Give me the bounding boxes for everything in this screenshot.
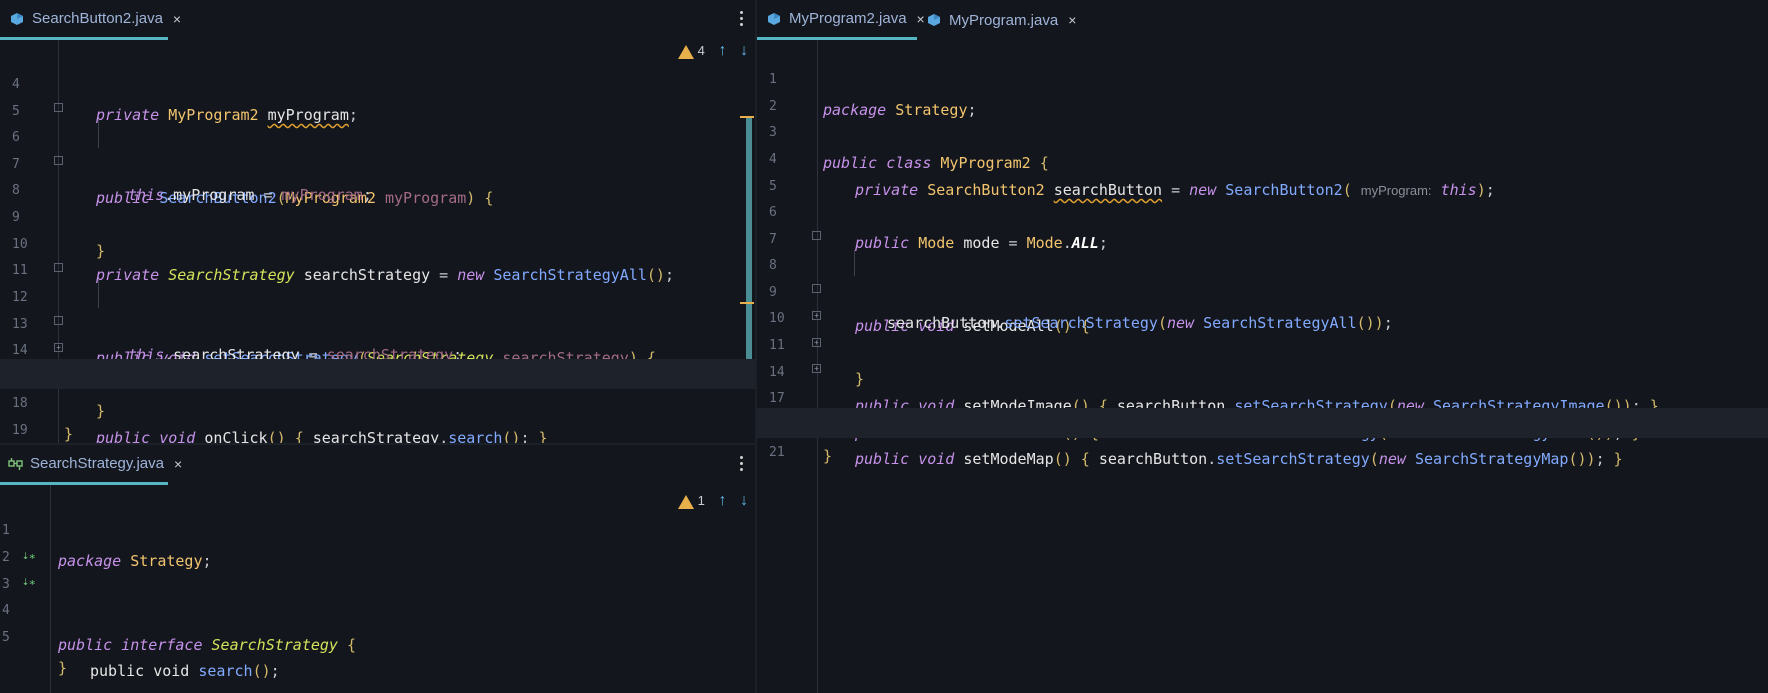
fold-icon[interactable] [54,103,63,112]
code-line[interactable]: 4 ⇣⁎ public void search(); [0,566,756,680]
editor-pane-searchstrategy: SearchStrategy.java × 1 ↑ ↓ 1 package St… [0,445,756,693]
code-line[interactable]: 1 package Strategy; [757,35,1768,119]
java-class-icon [927,13,941,27]
expand-icon[interactable]: + [812,338,821,347]
line-number: 19 [12,423,28,438]
code-line[interactable]: 17 + public void setModeMap() { searchBu… [757,354,1768,468]
tab-searchstrategy[interactable]: SearchStrategy.java × [0,445,182,485]
line-number: 5 [2,630,10,645]
code-line[interactable]: 14 } [0,306,756,420]
code-line[interactable]: 8 public void setModeAll() { [757,221,1768,335]
more-options-icon[interactable] [738,8,744,29]
fold-icon[interactable] [54,316,63,325]
code-line-current[interactable]: 21 [757,408,1768,460]
close-icon[interactable]: × [173,11,181,27]
code-line[interactable]: 12 public void setSearchStrategy(SearchS… [0,253,756,367]
implemented-by-icon[interactable]: ⇣⁎ [22,566,35,596]
code-line[interactable]: 9 [0,173,756,225]
expand-icon[interactable]: + [812,364,821,373]
java-class-icon [767,12,781,26]
fold-icon[interactable] [54,263,63,272]
code-line[interactable]: 20 } [757,381,1768,465]
fold-icon[interactable] [812,231,821,240]
code-line-current[interactable]: 18 } [0,359,756,443]
java-class-icon [10,12,24,26]
expand-icon[interactable]: + [54,343,63,352]
close-icon[interactable]: × [1068,12,1076,28]
line-number: 21 [769,445,785,460]
code-line[interactable]: 1 package Strategy; [0,486,756,570]
editor-pane-searchbutton2: SearchButton2.java × 4 ↑ ↓ 4 private MyP… [0,0,756,443]
tab-label: SearchStrategy.java [30,455,164,472]
code-line[interactable]: 19 [0,386,756,438]
code-line[interactable]: 2 [0,513,756,565]
tab-label: SearchButton2.java [32,10,163,27]
tab-bar: SearchButton2.java × [0,0,756,40]
code-line[interactable]: 4 private SearchButton2 searchButton = n… [757,115,1768,199]
tab-label: MyProgram2.java [789,10,907,27]
code-line[interactable]: 3 public class MyProgram2 { [757,88,1768,172]
tab-label: MyProgram.java [949,11,1059,29]
editor-pane-myprogram2: MyProgram2.java × MyProgram.java × 1 pac… [757,0,1768,693]
tab-bar: SearchStrategy.java × [0,445,756,485]
code-line[interactable]: 6 public SearchButton2(MyProgram2 myProg… [0,93,756,207]
fold-icon[interactable] [812,284,821,293]
tab-myprogram2[interactable]: MyProgram2.java × [757,0,925,40]
code-line[interactable]: 6 public Mode mode = Mode.ALL; [757,168,1768,252]
code-line[interactable]: 10 } [757,274,1768,388]
tab-bar: MyProgram2.java × MyProgram.java × [757,0,1768,40]
code-line[interactable]: 11 + public void setModeImage() { search… [757,301,1768,415]
close-icon[interactable]: × [174,456,182,472]
tab-myprogram[interactable]: MyProgram.java × [917,0,1077,40]
interface-icon [8,457,23,471]
code-line[interactable]: 4 private MyProgram2 myProgram; [0,40,756,124]
fold-icon[interactable] [54,156,63,165]
tab-searchbutton2[interactable]: SearchButton2.java × [0,0,181,40]
code-line[interactable]: 11 [0,226,756,278]
more-options-icon[interactable] [738,453,744,474]
expand-icon[interactable]: + [812,311,821,320]
code-line[interactable]: 5 } [0,593,756,677]
horizontal-splitter[interactable] [0,443,756,445]
code-line[interactable]: 8 } [0,146,756,260]
